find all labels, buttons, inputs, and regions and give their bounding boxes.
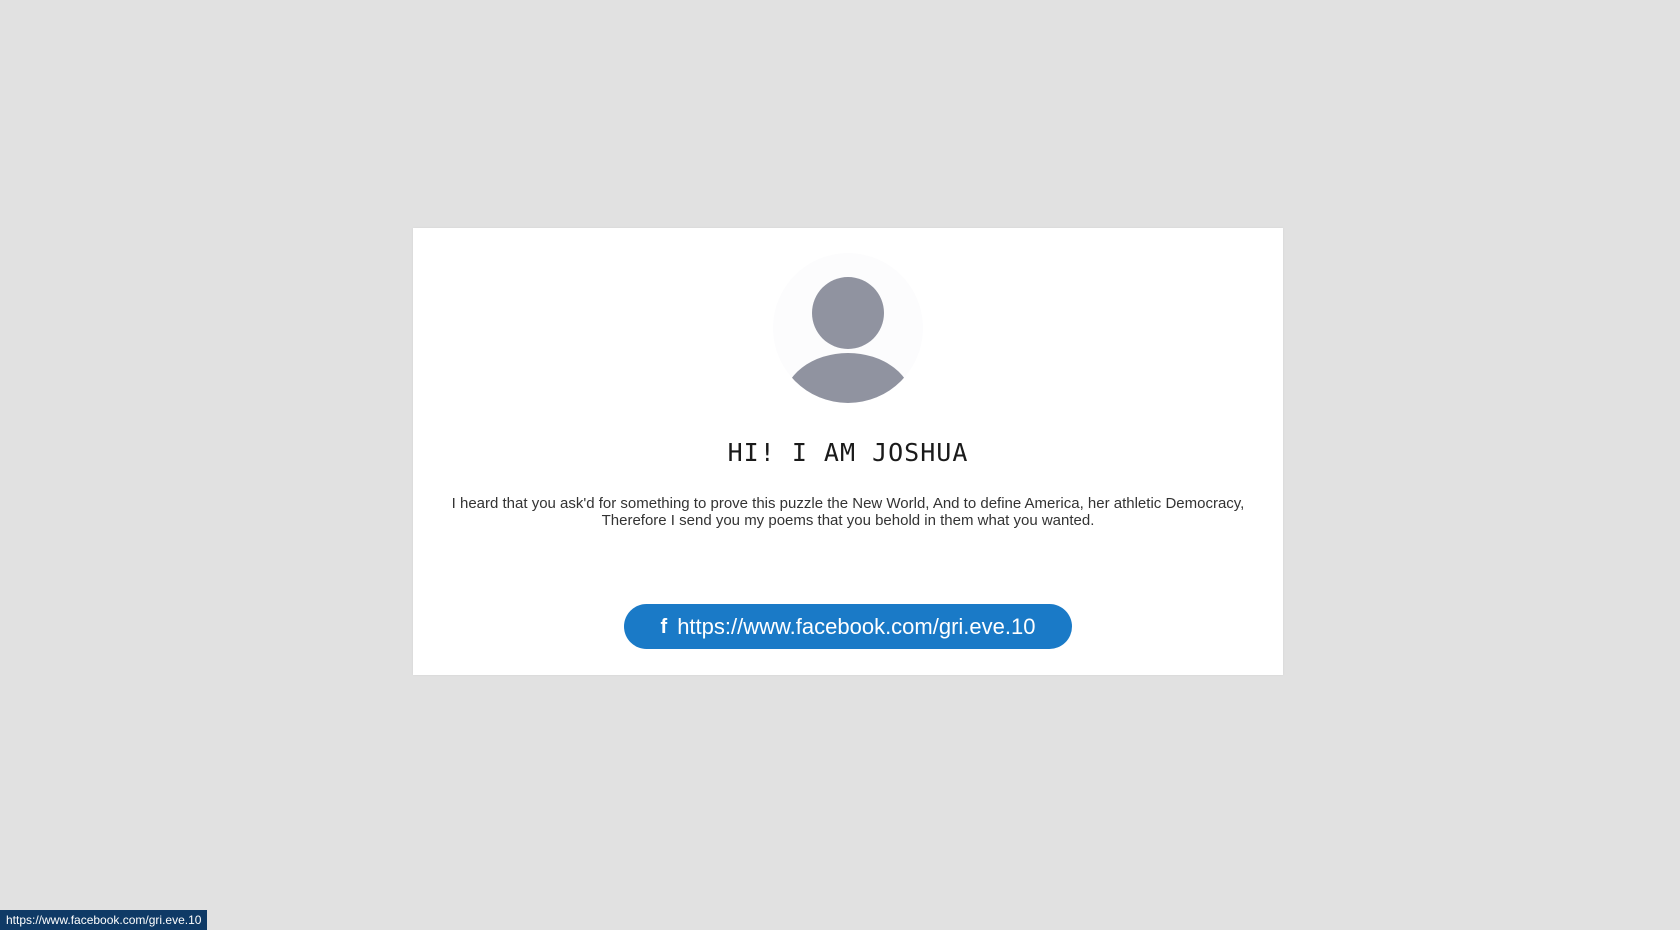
bio-line-2: Therefore I send you my poems that you b… [601, 512, 1095, 529]
user-avatar-icon [773, 253, 923, 403]
bio-line-1: I heard that you ask'd for something to … [451, 495, 1245, 512]
browser-status-bar: https://www.facebook.com/gri.eve.10 [0, 910, 208, 930]
facebook-icon: f [660, 615, 668, 638]
profile-bio: I heard that you ask'd for something to … [443, 495, 1253, 529]
facebook-link-button[interactable]: f https://www.facebook.com/gri.eve.10 [624, 604, 1072, 649]
profile-name: HI! I AM JOSHUA [727, 438, 969, 467]
facebook-link-label: https://www.facebook.com/gri.eve.10 [677, 613, 1036, 639]
profile-card: HI! I AM JOSHUA I heard that you ask'd f… [413, 228, 1283, 675]
